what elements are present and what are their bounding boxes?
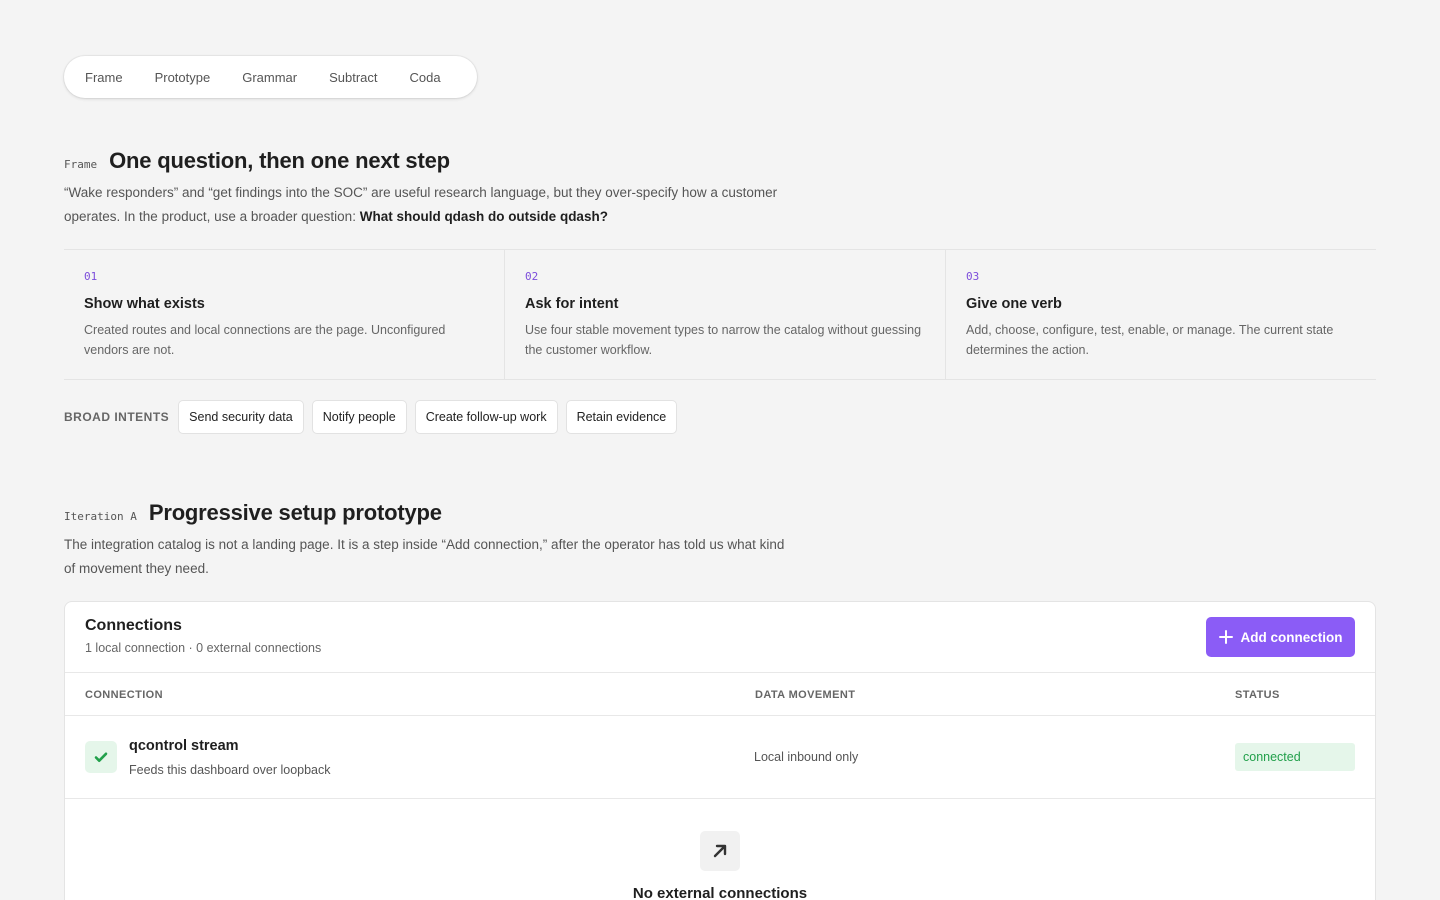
frame-lede-question: What should qdash do outside qdash? (359, 209, 608, 224)
add-connection-label: Add connection (1240, 629, 1343, 645)
broad-intents: BROAD INTENTS Send security data Notify … (64, 400, 685, 434)
principle-body: Add, choose, configure, test, enable, or… (966, 323, 1334, 357)
frame-heading: One question, then one next step (109, 148, 450, 173)
connection-data-movement: Local inbound only (754, 750, 859, 764)
status-badge: connected (1235, 743, 1355, 771)
principle-body: Created routes and local connections are… (84, 323, 446, 357)
nav-item-frame[interactable]: Frame (69, 61, 139, 93)
check-icon (85, 741, 117, 773)
connection-name: qcontrol stream (129, 738, 239, 754)
intent-chip-notify-people[interactable]: Notify people (311, 400, 407, 434)
iteration-section-header: Iteration A Progressive setup prototype (64, 500, 442, 526)
column-header-connection: CONNECTION (85, 689, 163, 701)
iteration-heading: Progressive setup prototype (148, 500, 442, 525)
principle-body: Use four stable movement types to narrow… (525, 323, 922, 357)
principle-number: 01 (84, 270, 98, 283)
broad-intents-label: BROAD INTENTS (64, 410, 170, 424)
connections-card: Connections 1 local connection · 0 exter… (64, 601, 1376, 900)
principles-grid: 01 Show what exists Created routes and l… (64, 249, 1376, 380)
connections-subtitle: 1 local connection · 0 external connecti… (85, 641, 322, 655)
frame-section-header: Frame One question, then one next step (64, 148, 450, 174)
principle-title: Show what exists (84, 296, 205, 312)
nav-item-subtract[interactable]: Subtract (313, 61, 393, 93)
table-row[interactable]: qcontrol stream Feeds this dashboard ove… (65, 716, 1375, 799)
principle-title: Ask for intent (525, 296, 619, 312)
connection-description: Feeds this dashboard over loopback (129, 763, 331, 777)
frame-lede: “Wake responders” and “get findings into… (64, 181, 784, 229)
connections-table-header: CONNECTION DATA MOVEMENT STATUS (65, 673, 1375, 716)
iteration-eyebrow: Iteration A (64, 510, 137, 523)
section-nav: Frame Prototype Grammar Subtract Coda (64, 56, 477, 98)
nav-item-prototype[interactable]: Prototype (139, 61, 227, 93)
iteration-lede: The integration catalog is not a landing… (64, 537, 785, 576)
frame-eyebrow: Frame (64, 158, 98, 171)
intent-chip-retain-evidence[interactable]: Retain evidence (565, 400, 678, 434)
principle-card: 03 Give one verb Add, choose, configure,… (945, 250, 1386, 379)
connections-title: Connections (85, 617, 182, 634)
principle-card: 02 Ask for intent Use four stable moveme… (504, 250, 945, 379)
principle-number: 03 (966, 270, 980, 283)
empty-state-title: No external connections (632, 885, 808, 900)
column-header-status: STATUS (1235, 689, 1280, 701)
intent-chip-send-security-data[interactable]: Send security data (178, 400, 304, 434)
nav-item-coda[interactable]: Coda (394, 61, 457, 93)
principle-number: 02 (525, 270, 539, 283)
add-connection-button[interactable]: Add connection (1206, 617, 1355, 657)
empty-state: No external connections (65, 799, 1375, 900)
intent-chip-create-follow-up-work[interactable]: Create follow-up work (414, 400, 558, 434)
nav-item-grammar[interactable]: Grammar (226, 61, 313, 93)
connections-header: Connections 1 local connection · 0 exter… (65, 602, 1375, 673)
principle-title: Give one verb (966, 296, 1062, 312)
principle-card: 01 Show what exists Created routes and l… (64, 250, 504, 379)
plus-icon (1218, 630, 1233, 644)
arrow-up-right-icon (700, 831, 740, 871)
column-header-data-movement: DATA MOVEMENT (755, 689, 856, 701)
